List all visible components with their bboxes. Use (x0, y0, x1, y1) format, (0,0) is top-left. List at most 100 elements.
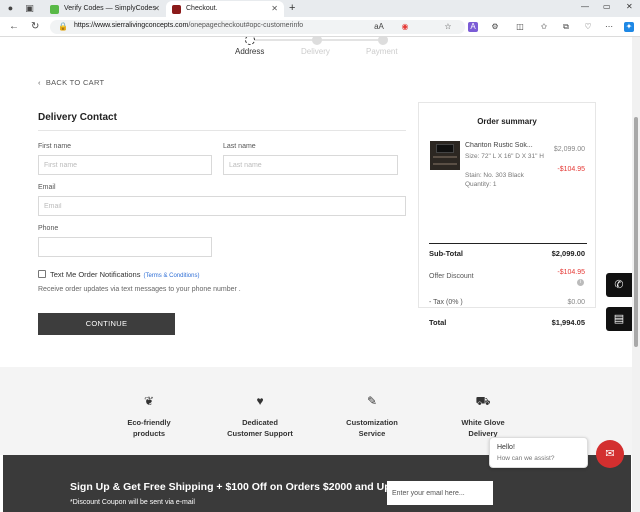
scrollbar-thumb[interactable] (634, 117, 638, 347)
favorites-icon[interactable]: ✩ (539, 22, 549, 32)
tax-label: - Tax (0% ) (429, 299, 463, 306)
new-tab-button[interactable]: + (289, 2, 295, 15)
feature-delivery: ⛟ White Glove Delivery (438, 394, 528, 439)
step-connector (320, 39, 385, 41)
maximize-icon[interactable]: ▭ (603, 2, 611, 11)
product-price: $2,099.00 (553, 146, 585, 153)
url-host: https://www.sierralivingconcepts.com (74, 22, 189, 29)
tab-actions-icon[interactable]: ▣ (24, 3, 35, 14)
summary-separator (429, 243, 587, 244)
sms-notifications-checkbox[interactable] (38, 270, 46, 278)
reader-mode-icon[interactable]: aA (374, 22, 384, 32)
chat-hello-text: Hello! (497, 444, 515, 451)
sms-notifications-label: Text Me Order Notifications (Terms & Cond… (50, 270, 199, 279)
page-scrollbar[interactable] (632, 37, 640, 512)
shelf-shape (433, 156, 457, 158)
support-hand-icon: ♥ (256, 394, 264, 408)
address-bar: ← ↻ 🔒 https://www.sierralivingconcepts.c… (0, 17, 640, 37)
feature-eco: ❦ Eco-friendly products (104, 394, 194, 439)
product-thumbnail[interactable] (430, 141, 460, 170)
phone-label: Phone (38, 225, 59, 232)
checkout-steps: Address Delivery Payment (235, 37, 405, 57)
more-menu-icon[interactable]: ⋯ (604, 22, 614, 32)
back-to-cart-link[interactable]: ‹ BACK TO CART (38, 78, 104, 87)
extension-puzzle-icon[interactable]: ⚙ (490, 22, 500, 32)
close-tab-icon[interactable]: ✕ (271, 1, 278, 17)
step-payment-dot (378, 37, 388, 45)
last-name-label: Last name (223, 143, 256, 150)
close-tab-icon[interactable]: ✕ (153, 1, 160, 17)
phone-call-icon[interactable]: ✆ (606, 273, 632, 297)
tax-value: $0.00 (567, 299, 585, 306)
product-stain: Stain: No. 303 Black (465, 172, 524, 179)
extension-a-icon[interactable]: A (468, 22, 478, 32)
summary-title: Order summary (477, 117, 537, 126)
truck-icon: ⛟ (475, 394, 491, 408)
offer-discount-value: -$104.95 (557, 269, 585, 276)
subtotal-value: $2,099.00 (551, 249, 585, 258)
tab-checkout[interactable]: Checkout. ✕ (166, 1, 284, 17)
terms-link[interactable]: (Terms & Conditions) (143, 273, 199, 279)
tv-shape (436, 144, 454, 153)
sierra-favicon (172, 5, 181, 14)
last-name-input[interactable] (223, 155, 398, 175)
browser-tab-bar: ● ▣ Verify Codes — SimplyCodes ✕ Checkou… (0, 0, 640, 17)
product-name[interactable]: Chariton Rustic Sok... (465, 142, 547, 149)
reload-icon[interactable]: ↻ (31, 21, 39, 33)
product-size: Size: 72" L X 16" D X 31" H (465, 153, 544, 160)
feature-customization: ✎ Customization Service (327, 394, 417, 439)
continue-button[interactable]: CONTINUE (38, 313, 175, 335)
url-path: /onepagecheckout#opc-customerinfo (188, 22, 304, 29)
step-address-label: Address (235, 47, 265, 56)
newsletter-note: *Discount Coupon will be sent via e-mail (70, 499, 195, 506)
info-icon[interactable]: i (577, 279, 584, 286)
section-title: Delivery Contact (38, 112, 117, 123)
leaf-icon: ❦ (143, 394, 155, 408)
subtotal-label: Sub-Total (429, 249, 464, 258)
minimize-icon[interactable]: — (581, 2, 589, 11)
collections-icon[interactable]: ⧉ (561, 22, 571, 32)
favorite-star-icon[interactable]: ☆ (443, 22, 453, 32)
email-label: Email (38, 184, 56, 191)
extensions-icon[interactable]: ♡ (583, 22, 593, 32)
chat-message-icon[interactable]: ▤ (606, 307, 632, 331)
divider (38, 130, 406, 131)
total-value: $1,994.05 (551, 318, 585, 327)
split-screen-icon[interactable]: ◫ (515, 22, 525, 32)
phone-input[interactable] (38, 237, 212, 257)
chat-launcher-icon[interactable]: ✉ (596, 440, 624, 468)
order-summary: Order summary Chariton Rustic Sok... Siz… (418, 102, 596, 327)
newsletter-email-input[interactable] (387, 481, 493, 505)
close-window-icon[interactable]: ✕ (626, 2, 633, 11)
chevron-left-icon: ‹ (38, 78, 41, 87)
back-arrow-icon[interactable]: ← (9, 21, 19, 33)
pencil-icon: ✎ (366, 394, 378, 408)
product-quantity: Quantity: 1 (465, 181, 497, 188)
simplycodes-favicon (50, 5, 59, 14)
step-connector (255, 39, 320, 41)
feature-text: White Glove Delivery (461, 418, 505, 438)
profile-icon[interactable]: ● (5, 3, 16, 14)
tab-title: Verify Codes — SimplyCodes (64, 5, 156, 12)
offer-discount-label: Offer Discount (429, 273, 474, 280)
url-text[interactable]: https://www.sierralivingconcepts.com/one… (74, 22, 303, 29)
copilot-icon[interactable]: ✦ (624, 22, 634, 32)
first-name-input[interactable] (38, 155, 212, 175)
product-discount: -$104.95 (557, 166, 585, 173)
tab-title: Checkout. (186, 5, 218, 12)
sms-label-text: Text Me Order Notifications (50, 270, 141, 279)
step-delivery-label: Delivery (301, 47, 330, 56)
email-input[interactable] (38, 196, 406, 216)
tab-simplycodes[interactable]: Verify Codes — SimplyCodes ✕ (44, 1, 166, 17)
chat-help-text: How can we assist? (497, 455, 555, 462)
extension-badge-icon[interactable]: ◉ (400, 22, 410, 32)
newsletter-title: Sign Up & Get Free Shipping + $100 Off o… (70, 481, 391, 493)
feature-text: Eco-friendly products (127, 418, 171, 438)
chat-greeting-bubble[interactable]: Hello! How can we assist? (489, 437, 588, 468)
step-delivery-dot (312, 37, 322, 45)
back-label: BACK TO CART (45, 78, 105, 87)
total-label: Total (429, 318, 447, 327)
feature-text: Customization Service (346, 418, 398, 438)
lock-icon[interactable]: 🔒 (58, 22, 68, 31)
step-payment-label: Payment (366, 47, 398, 56)
